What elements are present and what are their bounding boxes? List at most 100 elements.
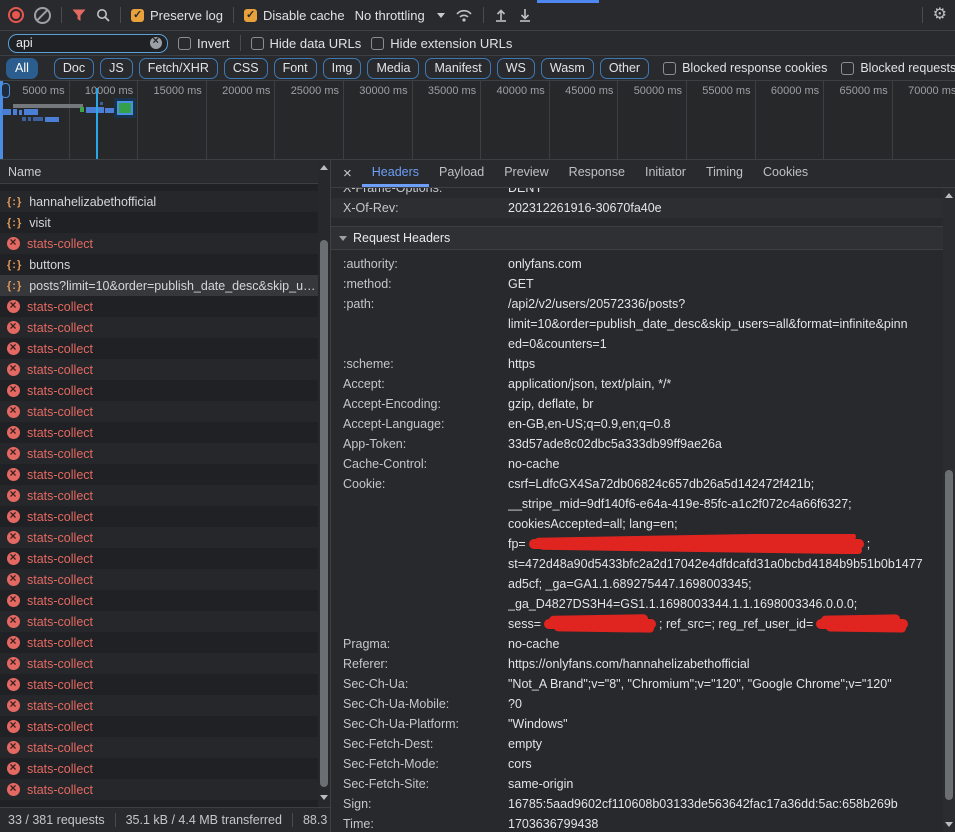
clear-filter-icon[interactable] bbox=[150, 37, 162, 49]
request-headers-section-header[interactable]: Request Headers bbox=[331, 226, 943, 250]
table-row[interactable]: stats-collect bbox=[0, 737, 318, 758]
table-row[interactable]: stats-collect bbox=[0, 590, 318, 611]
table-row[interactable]: stats-collect bbox=[0, 527, 318, 548]
scroll-down-icon[interactable] bbox=[943, 818, 955, 830]
header-row-sec-ch-ua-mobile[interactable]: Sec-Ch-Ua-Mobile:?0 bbox=[331, 694, 943, 714]
close-icon[interactable] bbox=[343, 166, 352, 181]
filter-pill-js[interactable]: JS bbox=[100, 58, 133, 79]
table-row[interactable]: stats-collect bbox=[0, 401, 318, 422]
throttling-dropdown[interactable]: No throttling bbox=[355, 8, 445, 23]
blocked-response-cookies-checkbox[interactable] bbox=[663, 62, 676, 75]
table-row[interactable]: stats-collect bbox=[0, 569, 318, 590]
table-row[interactable]: stats-collect bbox=[0, 443, 318, 464]
table-row[interactable]: stats-collect bbox=[0, 779, 318, 800]
tab-cookies[interactable]: Cookies bbox=[753, 160, 818, 187]
filter-pill-media[interactable]: Media bbox=[367, 58, 419, 79]
scroll-up-icon[interactable] bbox=[318, 162, 330, 174]
table-row[interactable]: stats-collect bbox=[0, 674, 318, 695]
scroll-down-icon[interactable] bbox=[318, 791, 330, 803]
detail-scrollbar[interactable] bbox=[943, 188, 955, 832]
header-row-cache-control[interactable]: Cache-Control:no-cache bbox=[331, 454, 943, 474]
header-row-sec-fetch-site[interactable]: Sec-Fetch-Site:same-origin bbox=[331, 774, 943, 794]
header-row-sec-ch-ua-platform[interactable]: Sec-Ch-Ua-Platform:"Windows" bbox=[331, 714, 943, 734]
name-column-header[interactable]: Name bbox=[0, 160, 318, 184]
filter-pill-font[interactable]: Font bbox=[274, 58, 317, 79]
table-row[interactable]: stats-collect bbox=[0, 695, 318, 716]
invert-group[interactable]: Invert bbox=[178, 36, 230, 51]
table-row[interactable]: stats-collect bbox=[0, 716, 318, 737]
checkbox-group-blocked-response-cookies[interactable]: Blocked response cookies bbox=[663, 61, 827, 75]
tab-headers[interactable]: Headers bbox=[362, 160, 429, 187]
filter-pill-ws[interactable]: WS bbox=[497, 58, 535, 79]
search-icon[interactable] bbox=[96, 8, 110, 22]
header-row-scheme[interactable]: :scheme:https bbox=[331, 354, 943, 374]
table-row-partial[interactable]: init bbox=[0, 184, 318, 191]
tab-timing[interactable]: Timing bbox=[696, 160, 753, 187]
table-row[interactable]: stats-collect bbox=[0, 506, 318, 527]
table-row[interactable]: buttons bbox=[0, 254, 318, 275]
header-row-accept-encoding[interactable]: Accept-Encoding:gzip, deflate, br bbox=[331, 394, 943, 414]
request-list-scrollbar[interactable] bbox=[318, 160, 330, 807]
header-row-sec-ch-ua[interactable]: Sec-Ch-Ua:"Not_A Brand";v="8", "Chromium… bbox=[331, 674, 943, 694]
table-row[interactable]: stats-collect bbox=[0, 653, 318, 674]
header-row-sign[interactable]: Sign:16785:5aad9602cf110608b03133de56364… bbox=[331, 794, 943, 814]
record-icon[interactable] bbox=[8, 7, 24, 23]
hide-data-urls-checkbox[interactable] bbox=[251, 37, 264, 50]
filter-pill-css[interactable]: CSS bbox=[224, 58, 268, 79]
header-row-accept[interactable]: Accept:application/json, text/plain, */* bbox=[331, 374, 943, 394]
tab-response[interactable]: Response bbox=[559, 160, 635, 187]
filter-pill-other[interactable]: Other bbox=[600, 58, 649, 79]
preserve-log-checkbox[interactable] bbox=[131, 9, 144, 22]
hide-extension-urls-group[interactable]: Hide extension URLs bbox=[371, 36, 512, 51]
table-row[interactable]: stats-collect bbox=[0, 611, 318, 632]
scrollbar-thumb[interactable] bbox=[945, 470, 953, 800]
header-row-path[interactable]: :path:/api2/v2/users/20572336/posts?limi… bbox=[331, 294, 943, 354]
checkbox-group-blocked-requests[interactable]: Blocked requests bbox=[841, 61, 955, 75]
blocked-requests-checkbox[interactable] bbox=[841, 62, 854, 75]
clear-icon[interactable] bbox=[34, 7, 51, 24]
table-row[interactable]: stats-collect bbox=[0, 380, 318, 401]
header-row-cookie[interactable]: Cookie:csrf=LdfcGX4Sa72db06824c657db26a5… bbox=[331, 474, 943, 634]
filter-pill-manifest[interactable]: Manifest bbox=[425, 58, 490, 79]
table-row[interactable]: stats-collect bbox=[0, 338, 318, 359]
header-row-authority[interactable]: :authority:onlyfans.com bbox=[331, 254, 943, 274]
table-row[interactable]: stats-collect bbox=[0, 296, 318, 317]
filter-pill-img[interactable]: Img bbox=[323, 58, 362, 79]
table-row[interactable]: hannahelizabethofficial bbox=[0, 191, 318, 212]
table-row[interactable]: stats-collect bbox=[0, 548, 318, 569]
table-row[interactable]: stats-collect bbox=[0, 758, 318, 779]
header-row-method[interactable]: :method:GET bbox=[331, 274, 943, 294]
header-row-accept-language[interactable]: Accept-Language:en-GB,en-US;q=0.9,en;q=0… bbox=[331, 414, 943, 434]
table-row[interactable]: visit bbox=[0, 212, 318, 233]
header-row-sec-fetch-mode[interactable]: Sec-Fetch-Mode:cors bbox=[331, 754, 943, 774]
network-conditions-icon[interactable] bbox=[455, 8, 473, 22]
tab-payload[interactable]: Payload bbox=[429, 160, 494, 187]
scrollbar-thumb[interactable] bbox=[320, 240, 328, 787]
table-row[interactable]: stats-collect bbox=[0, 233, 318, 254]
filter-pill-all[interactable]: All bbox=[6, 58, 38, 79]
filter-pill-doc[interactable]: Doc bbox=[54, 58, 94, 79]
hide-data-urls-group[interactable]: Hide data URLs bbox=[251, 36, 362, 51]
filter-input[interactable]: api bbox=[8, 34, 168, 53]
table-row[interactable]: stats-collect bbox=[0, 464, 318, 485]
header-row-sec-fetch-dest[interactable]: Sec-Fetch-Dest:empty bbox=[331, 734, 943, 754]
export-har-icon[interactable] bbox=[518, 8, 532, 22]
header-row-referer[interactable]: Referer:https://onlyfans.com/hannaheliza… bbox=[331, 654, 943, 674]
filter-pill-wasm[interactable]: Wasm bbox=[541, 58, 594, 79]
disable-cache-checkbox[interactable] bbox=[244, 9, 257, 22]
filter-pill-fetch-xhr[interactable]: Fetch/XHR bbox=[139, 58, 218, 79]
scroll-up-icon[interactable] bbox=[943, 190, 955, 202]
header-row-pragma[interactable]: Pragma:no-cache bbox=[331, 634, 943, 654]
invert-checkbox[interactable] bbox=[178, 37, 191, 50]
table-row[interactable]: posts?limit=10&order=publish_date_desc&s… bbox=[0, 275, 318, 296]
header-row-time[interactable]: Time:1703636799438 bbox=[331, 814, 943, 832]
table-row[interactable]: stats-collect bbox=[0, 485, 318, 506]
waterfall-overview[interactable]: 5000 ms10000 ms15000 ms20000 ms25000 ms3… bbox=[0, 81, 955, 160]
table-row[interactable]: stats-collect bbox=[0, 422, 318, 443]
settings-gear-icon[interactable] bbox=[933, 7, 947, 23]
import-har-icon[interactable] bbox=[494, 8, 508, 22]
header-row-app-token[interactable]: App-Token:33d57ade8c02dbc5a333db99ff9ae2… bbox=[331, 434, 943, 454]
disable-cache-group[interactable]: Disable cache bbox=[244, 8, 345, 23]
tab-initiator[interactable]: Initiator bbox=[635, 160, 696, 187]
header-row-x-of-rev[interactable]: X-Of-Rev: 202312261916-30670fa40e bbox=[331, 198, 943, 218]
